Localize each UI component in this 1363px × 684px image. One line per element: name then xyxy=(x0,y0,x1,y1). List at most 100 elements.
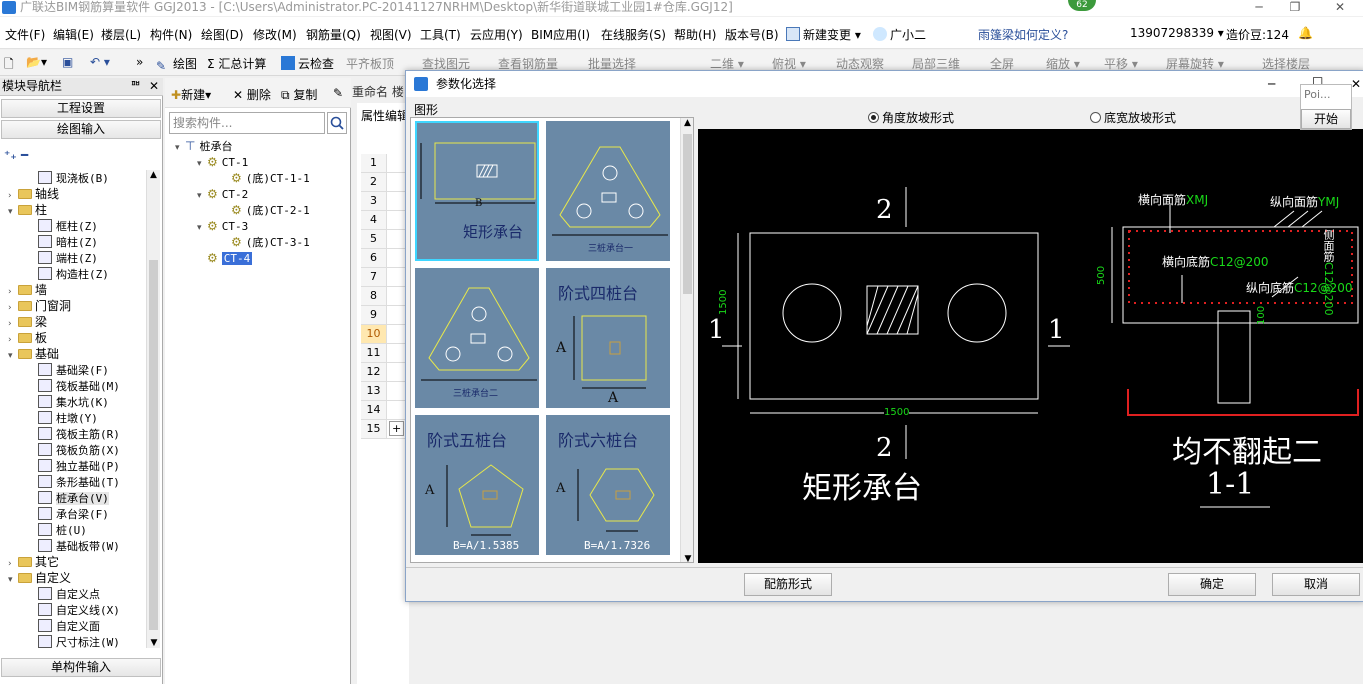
new-change-button[interactable]: 新建变更 ▾ xyxy=(786,26,861,43)
thumb-step-six-pile[interactable]: 阶式六桩台 A B=A/1.7326 xyxy=(546,415,670,555)
menu-rebar-quantity[interactable]: 钢筋量(Q) xyxy=(306,26,361,43)
scroll-down-icon[interactable]: ▼ xyxy=(147,638,161,648)
nav-tree-item[interactable]: › 梁 xyxy=(8,314,47,330)
radio-width-slope[interactable]: 底宽放坡形式 xyxy=(1090,109,1176,126)
cloud-check-button[interactable]: 云检查 xyxy=(281,55,334,72)
rebar-form-button[interactable]: 配筋形式 xyxy=(744,573,832,596)
component-tree-item[interactable]: ⚙ (底)CT-1-1 xyxy=(221,170,310,186)
restore-button[interactable]: ❐ xyxy=(1280,0,1310,14)
nav-tree-item[interactable]: 自定义面 xyxy=(38,618,100,634)
gallery-scrollbar[interactable]: ▲ ▼ xyxy=(680,118,693,562)
expand-collapse-icon[interactable]: ⁺₊ ━ xyxy=(4,148,28,162)
nav-tree-item[interactable]: 筏板主筋(R) xyxy=(38,426,120,442)
single-input-button[interactable]: 单构件输入 xyxy=(1,658,161,677)
menu-modify[interactable]: 修改(M) xyxy=(253,26,297,43)
nav-tree-item[interactable]: 现浇板(B) xyxy=(38,170,109,186)
menu-tools[interactable]: 工具(T) xyxy=(420,26,461,43)
save-icon[interactable]: ▣ xyxy=(62,55,73,69)
nav-tree-item[interactable]: 柱墩(Y) xyxy=(38,410,98,426)
table-row[interactable]: 7 xyxy=(361,268,407,287)
popup-start-button[interactable]: 开始 xyxy=(1301,109,1351,129)
nav-tree-item[interactable]: ▾ 柱 xyxy=(8,202,47,218)
scroll-up-icon[interactable]: ▲ xyxy=(147,170,160,180)
nav-tree-item[interactable]: 自定义点 xyxy=(38,586,100,602)
component-tree-item[interactable]: ⚙ (底)CT-3-1 xyxy=(221,234,310,250)
delete-component-button[interactable]: ✕ 删除 xyxy=(233,86,271,103)
nav-tree-item[interactable]: 自定义线(X) xyxy=(38,602,120,618)
open-folder-icon[interactable]: 📂▾ xyxy=(26,55,47,69)
menu-help[interactable]: 帮助(H) xyxy=(674,26,716,43)
menu-file[interactable]: 文件(F) xyxy=(5,26,45,43)
draw-button[interactable]: ✎ 绘图 xyxy=(156,55,197,73)
nav-tree-item[interactable]: 基础板带(W) xyxy=(38,538,120,554)
pin-icon[interactable]: ᅖ xyxy=(130,78,141,95)
minimize-button[interactable]: ─ xyxy=(1244,0,1274,14)
table-row[interactable]: 10 xyxy=(361,325,407,344)
gallery-scroll-down-icon[interactable]: ▼ xyxy=(681,554,693,562)
component-tree-item[interactable]: ▾ ⚙ CT-3 xyxy=(197,218,248,234)
nav-tree-item[interactable]: ▾ 基础 xyxy=(8,346,59,362)
table-row[interactable]: 11 xyxy=(361,344,407,363)
thumb-three-pile-2[interactable]: 三桩承台二 xyxy=(415,268,539,408)
cancel-button[interactable]: 取消 xyxy=(1272,573,1360,596)
component-tree-item[interactable]: ▾ ⚙ CT-2 xyxy=(197,186,248,202)
new-component-button[interactable]: ✚新建▾ xyxy=(171,86,211,103)
expand-arrow-icon[interactable]: ▾ xyxy=(197,188,207,204)
thumb-step-four-pile[interactable]: 阶式四桩台 A A xyxy=(546,268,670,408)
nav-tree-item[interactable]: › 其它 xyxy=(8,554,59,570)
bell-icon[interactable]: 🔔 xyxy=(1298,26,1313,40)
collapse-arrow-icon[interactable]: ▾ xyxy=(8,204,18,220)
expand-arrow-icon[interactable]: ▾ xyxy=(175,140,185,156)
flat-top-button[interactable]: 平齐板顶 xyxy=(346,55,394,72)
undo-icon[interactable]: ↶ ▾ xyxy=(90,55,110,69)
project-settings-button[interactable]: 工程设置 xyxy=(1,99,161,118)
table-row[interactable]: 9 xyxy=(361,306,407,325)
expand-plus-icon[interactable]: + xyxy=(389,421,405,436)
dialog-close-button[interactable]: ✕ xyxy=(1351,71,1361,97)
helper-button[interactable]: 广小二 xyxy=(873,26,926,43)
sum-calc-button[interactable]: Σ 汇总计算 xyxy=(207,55,266,72)
nav-tree-item[interactable]: › 墙 xyxy=(8,282,47,298)
nav-tree-scrollbar[interactable]: ▲ ▼ xyxy=(146,170,160,648)
menu-component[interactable]: 构件(N) xyxy=(150,26,192,43)
thumb-step-five-pile[interactable]: 阶式五桩台 A B=A/1.5385 xyxy=(415,415,539,555)
table-row[interactable]: 8 xyxy=(361,287,407,306)
nav-tree-item[interactable]: › 板 xyxy=(8,330,47,346)
thumb-three-pile-1[interactable]: 三桩承台一 xyxy=(546,121,670,261)
collapse-arrow-icon[interactable]: ▾ xyxy=(8,348,18,364)
expand-arrow-icon[interactable]: ▾ xyxy=(197,156,207,172)
nav-tree-item[interactable]: 框柱(Z) xyxy=(38,218,98,234)
table-row[interactable]: 12 xyxy=(361,363,407,382)
menu-cloud[interactable]: 云应用(Y) xyxy=(470,26,523,43)
collapse-arrow-icon[interactable]: ▾ xyxy=(8,572,18,588)
nav-tree-item[interactable]: 构造柱(Z) xyxy=(38,266,109,282)
nav-tree-item[interactable]: 尺寸标注(W) xyxy=(38,634,120,648)
nav-tree-item[interactable]: 集水坑(K) xyxy=(38,394,109,410)
copy-component-button[interactable]: ⧉ 复制 xyxy=(281,86,317,103)
gallery-scroll-up-icon[interactable]: ▲ xyxy=(681,118,693,128)
radio-angle-slope[interactable]: 角度放坡形式 xyxy=(868,109,954,126)
expand-arrow-icon[interactable]: ▾ xyxy=(197,220,207,236)
menu-floor[interactable]: 楼层(L) xyxy=(101,26,141,43)
search-icon[interactable] xyxy=(327,112,347,134)
table-row[interactable]: 14 xyxy=(361,401,407,420)
nav-tree-item[interactable]: › 轴线 xyxy=(8,186,59,202)
table-row[interactable]: 2 xyxy=(361,173,407,192)
menu-bim[interactable]: BIM应用(I) xyxy=(531,26,590,43)
search-input[interactable]: 搜索构件... xyxy=(169,112,325,134)
more-chevron-icon[interactable]: » xyxy=(136,55,143,69)
table-row[interactable]: 13 xyxy=(361,382,407,401)
nav-tree-item[interactable]: 桩承台(V) xyxy=(38,490,109,506)
component-tree-item[interactable]: ▾ ⊤ 桩承台 xyxy=(175,138,232,154)
table-row[interactable]: 3 xyxy=(361,192,407,211)
nav-tree-item[interactable]: 端柱(Z) xyxy=(38,250,98,266)
nav-tree-item[interactable]: 承台梁(F) xyxy=(38,506,109,522)
help-question-link[interactable]: 雨篷梁如何定义? xyxy=(978,26,1068,43)
nav-tree-item[interactable]: ▾ 自定义 xyxy=(8,570,71,586)
close-window-button[interactable]: ✕ xyxy=(1325,0,1355,14)
close-nav-icon[interactable]: ✕ xyxy=(149,78,159,95)
rename-label-button[interactable]: 重命名 楼 xyxy=(352,83,404,100)
ok-button[interactable]: 确定 xyxy=(1168,573,1256,596)
nav-tree-item[interactable]: 基础梁(F) xyxy=(38,362,109,378)
gallery-scroll-thumb[interactable] xyxy=(683,134,692,294)
